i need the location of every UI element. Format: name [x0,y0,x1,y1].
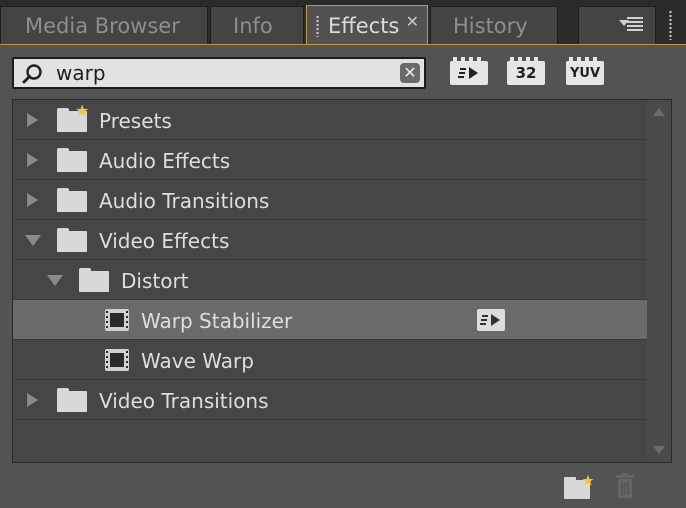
folder-icon [57,228,87,252]
folder-icon [57,188,87,212]
tab-label: Effects [328,13,400,38]
yuv-filter-button[interactable]: YUV [566,55,604,85]
tree-item-video-transitions[interactable]: Video Transitions [13,380,647,420]
accelerated-effect-badge-icon [477,309,505,331]
effect-icon [105,309,129,331]
effect-icon [105,349,129,371]
tab-label: Media Browser [25,13,180,38]
tab-media-browser[interactable]: Media Browser [0,6,208,44]
tree-item-presets[interactable]: ★ Presets [13,100,647,140]
search-icon [22,64,42,84]
expand-triangle-icon[interactable] [27,193,38,207]
tab-label: History [453,13,528,38]
tree-item-label: Video Transitions [99,389,269,413]
tree-item-label: Presets [99,109,172,133]
tree-item-label: Wave Warp [141,349,254,373]
expand-triangle-icon[interactable] [27,113,38,127]
tree-item-distort[interactable]: Distort [13,260,647,300]
search-box: ✕ [12,57,426,89]
drag-grip-icon[interactable] [668,10,673,40]
panel-tab-bar: Media Browser Info Effects ✕ History [0,0,686,45]
tree-item-label: Audio Effects [99,149,231,173]
new-custom-bin-button[interactable] [564,475,594,499]
tab-effects[interactable]: Effects ✕ [306,5,428,45]
panel-menu-button[interactable] [578,6,656,44]
tree-item-video-effects[interactable]: Video Effects [13,220,647,260]
tree-item-label: Audio Transitions [99,189,270,213]
collapse-triangle-icon[interactable] [47,275,63,286]
vertical-scrollbar[interactable] [647,100,671,462]
search-input[interactable] [56,61,396,85]
tab-info[interactable]: Info [210,6,304,44]
tab-label: Info [233,13,273,38]
tree-item-label: Distort [121,269,189,293]
expand-triangle-icon[interactable] [27,393,38,407]
tree-item-audio-effects[interactable]: Audio Effects [13,140,647,180]
tree-item-audio-transitions[interactable]: Audio Transitions [13,180,647,220]
scroll-down-icon[interactable] [653,446,665,454]
tree-item-warp-stabilizer[interactable]: Warp Stabilizer [13,300,647,340]
folder-icon [79,268,109,292]
clear-search-icon[interactable]: ✕ [400,63,420,83]
accelerated-effects-filter-button[interactable] [450,55,488,85]
accelerated-effects-icon [458,67,478,79]
folder-icon [57,148,87,172]
preset-folder-icon: ★ [57,101,89,132]
32-bit-label: 32 [507,61,545,85]
32-bit-filter-button[interactable]: 32 [507,55,545,85]
close-icon[interactable]: ✕ [406,12,419,31]
tree-item-label: Video Effects [99,229,230,253]
drag-grip-icon[interactable] [315,14,320,37]
tab-history[interactable]: History [430,6,558,44]
expand-triangle-icon[interactable] [27,153,38,167]
yuv-label: YUV [566,61,604,85]
tree-item-label: Warp Stabilizer [141,309,293,333]
scroll-up-icon[interactable] [653,108,665,116]
collapse-triangle-icon[interactable] [25,235,41,246]
effects-panel: ✕ 32 YUV ★ Presets [0,44,686,508]
effects-tree: ★ Presets Audio Effects Audio Transition… [12,99,672,463]
panel-menu-icon [619,17,643,33]
trash-icon[interactable] [614,473,636,499]
tree-item-wave-warp[interactable]: Wave Warp [13,340,647,380]
folder-icon [57,388,87,412]
